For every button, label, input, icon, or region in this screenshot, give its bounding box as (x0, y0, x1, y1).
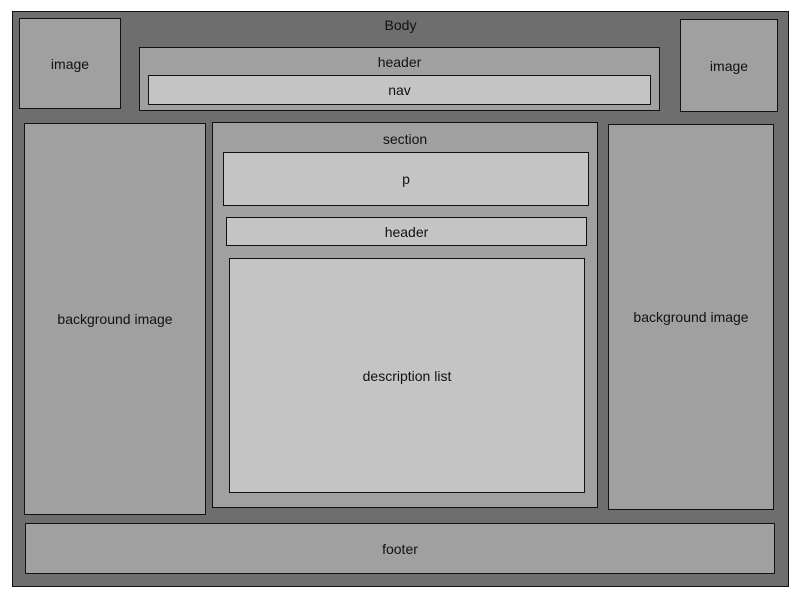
image-left-label: image (50, 55, 90, 72)
header-top-label: header (377, 54, 422, 70)
body-label: Body (384, 17, 417, 33)
paragraph-label: p (402, 171, 410, 187)
footer-box: footer (25, 523, 775, 574)
section-label: section (382, 131, 428, 147)
footer-label: footer (382, 540, 418, 557)
nav-label: nav (388, 82, 411, 98)
paragraph-box: p (223, 152, 589, 206)
image-left-box: image (19, 18, 121, 109)
description-list-label: description list (362, 367, 452, 384)
image-right-label: image (709, 57, 749, 74)
background-image-left-box: background image (24, 123, 206, 515)
header-mid-label: header (384, 223, 429, 240)
description-list-box: description list (229, 258, 585, 493)
background-image-left-label: background image (57, 311, 173, 327)
image-right-box: image (680, 19, 778, 112)
header-mid-box: header (226, 217, 587, 246)
background-image-right-box: background image (608, 124, 774, 510)
background-image-right-label: background image (633, 309, 749, 325)
nav-box: nav (148, 75, 651, 105)
